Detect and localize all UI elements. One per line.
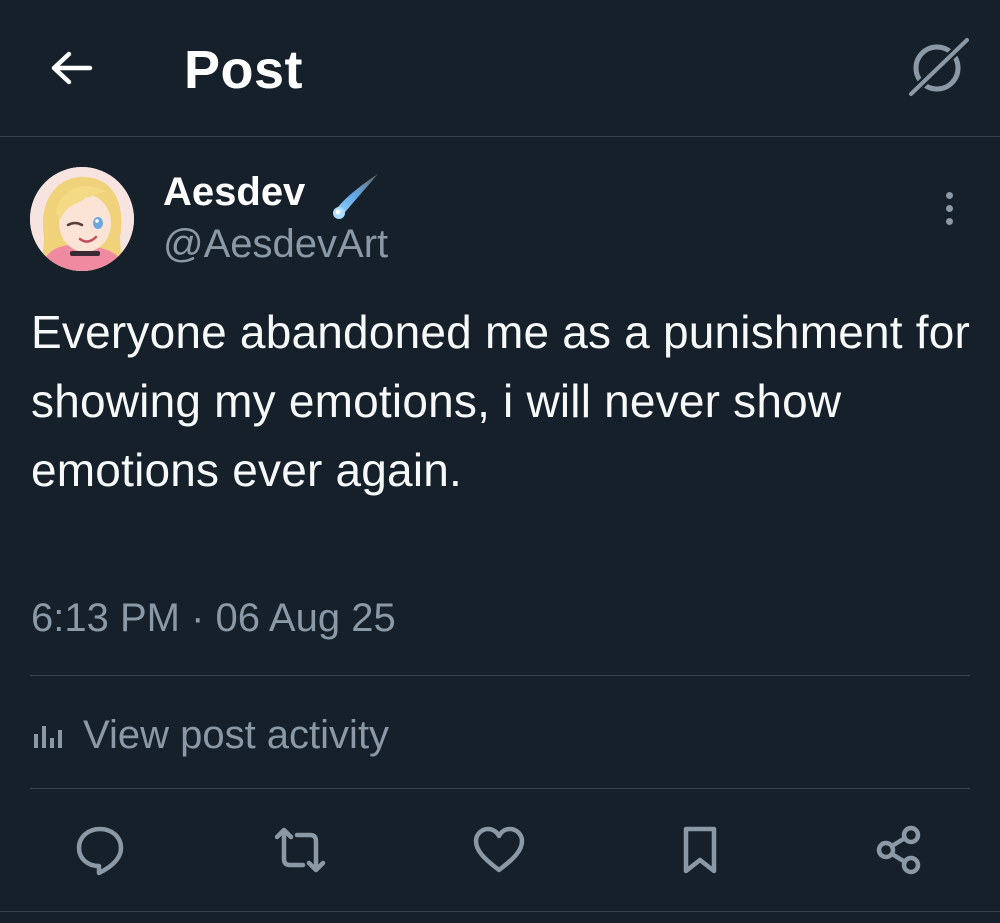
grok-icon — [906, 36, 971, 98]
user-handle[interactable]: @AesdevArt — [163, 220, 388, 268]
avatar[interactable] — [30, 167, 134, 271]
more-dot — [945, 204, 953, 212]
divider — [30, 788, 970, 789]
analytics-bars-icon — [34, 726, 62, 748]
like-icon — [473, 826, 525, 873]
comet-icon — [326, 162, 390, 226]
view-post-activity-button[interactable]: View post activity — [31, 705, 389, 765]
share-icon — [876, 825, 921, 875]
more-dot — [945, 217, 953, 225]
grok-button[interactable] — [900, 32, 976, 102]
display-name[interactable]: Aesdev — [163, 168, 305, 216]
more-options-button[interactable] — [926, 183, 972, 233]
repost-button[interactable] — [270, 820, 330, 880]
divider — [30, 675, 970, 676]
reply-icon — [76, 826, 124, 876]
more-dot — [945, 191, 953, 199]
page-title: Post — [184, 40, 304, 100]
back-button[interactable] — [38, 38, 104, 98]
repost-icon — [274, 827, 326, 873]
divider — [0, 911, 1000, 912]
reply-button[interactable] — [70, 820, 130, 880]
post-text: Everyone abandoned me as a punishment fo… — [31, 306, 971, 496]
view-post-activity-label: View post activity — [83, 712, 390, 757]
post-timestamp[interactable]: 6:13 PM · 06 Aug 25 — [31, 592, 396, 644]
top-bar — [0, 0, 1000, 137]
arrow-left-icon — [51, 51, 93, 85]
share-button[interactable] — [869, 820, 929, 880]
avatar-image — [30, 167, 134, 271]
bookmark-icon — [683, 826, 717, 874]
bookmark-button[interactable] — [670, 820, 730, 880]
like-button[interactable] — [469, 820, 529, 880]
